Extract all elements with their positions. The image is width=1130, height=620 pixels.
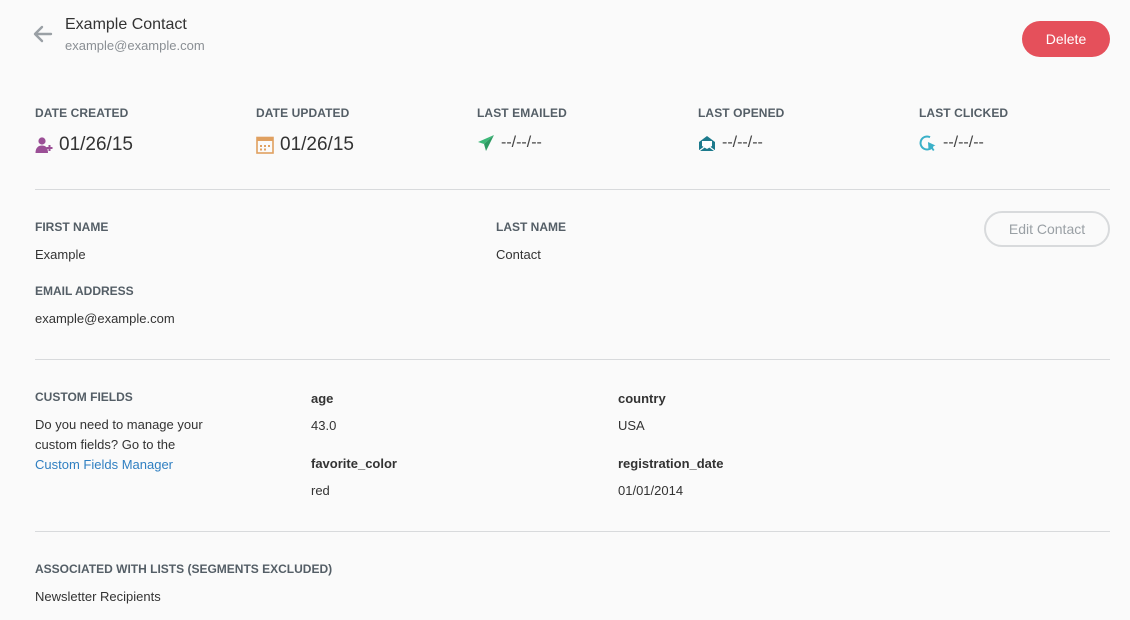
custom-field-name: age: [311, 391, 334, 406]
custom-field-value: red: [311, 483, 330, 498]
stat-last-emailed: LAST EMAILED --/--/--: [477, 106, 677, 151]
back-arrow-icon[interactable]: [33, 25, 53, 43]
stat-value: 01/26/15: [59, 134, 133, 155]
email-address-value: example@example.com: [35, 311, 175, 326]
stat-value: --/--/--: [943, 134, 984, 151]
custom-fields-label: CUSTOM FIELDS: [35, 390, 133, 404]
stat-label: DATE UPDATED: [256, 106, 350, 120]
stat-value: --/--/--: [722, 134, 763, 151]
divider: [35, 531, 1110, 532]
custom-field-value: 43.0: [311, 418, 337, 433]
stat-value: 01/26/15: [280, 134, 354, 155]
help-text-prefix: Do you need to manage your custom fields…: [35, 417, 203, 452]
first-name-value: Example: [35, 247, 86, 262]
add-user-icon: [35, 137, 53, 153]
custom-field-name: registration_date: [618, 456, 724, 471]
divider: [35, 359, 1110, 360]
custom-field-name: favorite_color: [311, 456, 397, 471]
contact-name: Example Contact: [65, 16, 187, 33]
stat-label: LAST CLICKED: [919, 106, 1009, 120]
last-name-label: LAST NAME: [496, 220, 566, 234]
stat-value: --/--/--: [501, 134, 542, 151]
edit-contact-button[interactable]: Edit Contact: [984, 211, 1110, 247]
stat-label: LAST OPENED: [698, 106, 785, 120]
delete-button[interactable]: Delete: [1022, 21, 1110, 57]
custom-field-value: 01/01/2014: [618, 483, 684, 498]
contact-email-subtitle: example@example.com: [65, 38, 205, 53]
custom-field-value: USA: [618, 418, 645, 433]
last-name-value: Contact: [496, 247, 541, 262]
stat-last-clicked: LAST CLICKED --/--/--: [919, 106, 1119, 151]
stat-date-updated: DATE UPDATED 01/26/15: [256, 106, 456, 155]
custom-fields-manager-link[interactable]: Custom Fields Manager: [35, 457, 173, 472]
custom-fields-help-text: Do you need to manage your custom fields…: [35, 415, 205, 475]
stat-label: DATE CREATED: [35, 106, 129, 120]
email-address-label: EMAIL ADDRESS: [35, 284, 134, 298]
list-item: Newsletter Recipients: [35, 589, 161, 604]
first-name-label: FIRST NAME: [35, 220, 109, 234]
stat-date-created: DATE CREATED 01/26/15: [35, 106, 235, 155]
contact-detail-page: Example Contact example@example.com Dele…: [0, 0, 1130, 620]
associated-lists-label: ASSOCIATED WITH LISTS (SEGMENTS EXCLUDED…: [35, 562, 333, 576]
stat-label: LAST EMAILED: [477, 106, 567, 120]
custom-field-name: country: [618, 391, 666, 406]
stat-last-opened: LAST OPENED --/--/--: [698, 106, 898, 152]
click-cursor-icon: [919, 135, 936, 151]
calendar-icon: [256, 136, 274, 154]
divider: [35, 189, 1110, 190]
paper-plane-icon: [478, 135, 494, 151]
open-envelope-icon: [698, 136, 716, 152]
